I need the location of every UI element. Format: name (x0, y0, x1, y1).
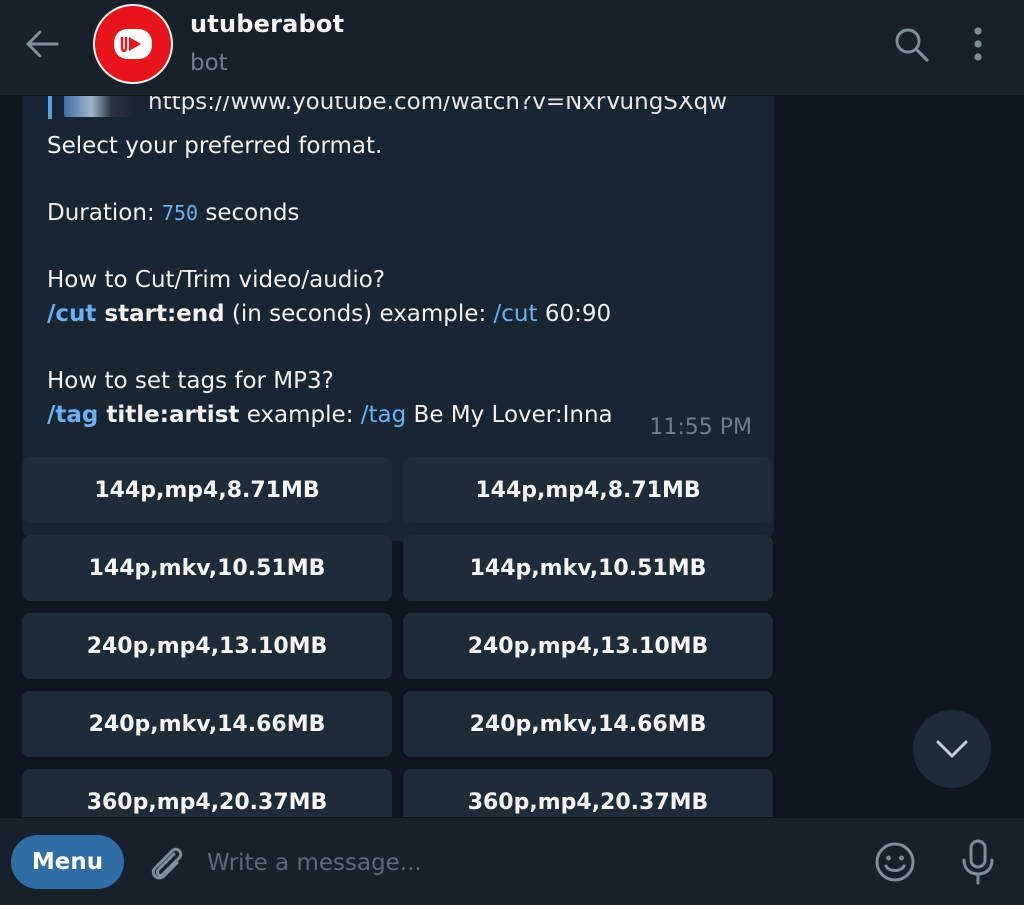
tag-command-link[interactable]: /tag (47, 402, 98, 428)
paperclip-icon (151, 847, 183, 880)
reply-url[interactable]: https://www.youtube.com/watch?v=NxrVungS… (148, 95, 727, 115)
format-button-144p-mp4-right[interactable]: 144p,mp4,8.71MB (403, 457, 773, 523)
tag-args: title:artist (98, 402, 240, 428)
cut-desc: (in seconds) example: (224, 301, 494, 327)
cut-example-command-link[interactable]: /cut (494, 301, 538, 327)
arrow-left-icon (26, 30, 59, 58)
search-icon (895, 28, 929, 62)
scroll-to-bottom-button[interactable] (913, 710, 991, 788)
format-button-240p-mp4-left[interactable]: 240p,mp4,13.10MB (22, 613, 392, 679)
tag-example-value: Be My Lover:Inna (406, 402, 613, 428)
emoji-icon (875, 842, 915, 882)
bot-avatar[interactable] (93, 4, 173, 84)
message-time: 11:55 PM (649, 415, 752, 440)
more-vertical-icon (974, 27, 982, 61)
chat-header: utuberabot bot (0, 0, 1024, 96)
format-button-144p-mkv-right[interactable]: 144p,mkv,10.51MB (403, 535, 773, 601)
youtube-play-icon (114, 29, 152, 59)
duration-label: Duration: (47, 200, 162, 226)
chevron-down-icon (936, 740, 968, 758)
duration-unit: seconds (198, 200, 300, 226)
format-button-144p-mp4-left[interactable]: 144p,mp4,8.71MB (22, 457, 392, 523)
reply-accent-bar (48, 95, 52, 119)
format-button-240p-mkv-left[interactable]: 240p,mkv,14.66MB (22, 691, 392, 757)
chat-status: bot (190, 50, 228, 76)
tag-instruction: /tag title:artist example: /tag Be My Lo… (47, 402, 613, 428)
voice-record-button[interactable] (958, 838, 998, 886)
tag-question: How to set tags for MP3? (47, 368, 334, 394)
cut-instruction: /cut start:end (in seconds) example: /cu… (47, 301, 611, 327)
cut-args: start:end (96, 301, 225, 327)
cut-example-value: 60:90 (537, 301, 612, 327)
search-button[interactable] (893, 26, 931, 64)
message-input-bar: Menu (0, 817, 1024, 905)
message-list[interactable]: https://www.youtube.com/watch?v=NxrVungS… (0, 95, 1024, 817)
more-options-button[interactable] (966, 24, 990, 64)
cut-command-link[interactable]: /cut (47, 301, 96, 327)
back-button[interactable] (22, 24, 62, 64)
duration-line: Duration: 750 seconds (47, 200, 299, 226)
emoji-button[interactable] (873, 840, 917, 884)
cut-question: How to Cut/Trim video/audio? (47, 267, 386, 293)
duration-value: 750 (161, 201, 199, 225)
format-button-240p-mp4-right[interactable]: 240p,mp4,13.10MB (403, 613, 773, 679)
intro-text: Select your preferred format. (47, 133, 383, 159)
chat-title[interactable]: utuberabot (190, 10, 344, 38)
attach-button[interactable] (146, 842, 188, 884)
tag-desc: example: (239, 402, 361, 428)
menu-button[interactable]: Menu (11, 835, 124, 889)
microphone-icon (962, 839, 994, 885)
telegram-chat-window: utuberabot bot https://www.youtube.com/w… (0, 0, 1024, 905)
tag-example-command-link[interactable]: /tag (361, 402, 406, 428)
message-input[interactable] (205, 838, 849, 888)
video-thumbnail[interactable] (64, 95, 132, 117)
format-button-360p-mp4-left[interactable]: 360p,mp4,20.37MB (22, 769, 392, 817)
format-button-360p-mp4-right[interactable]: 360p,mp4,20.37MB (403, 769, 773, 817)
format-button-240p-mkv-right[interactable]: 240p,mkv,14.66MB (403, 691, 773, 757)
format-button-144p-mkv-left[interactable]: 144p,mkv,10.51MB (22, 535, 392, 601)
